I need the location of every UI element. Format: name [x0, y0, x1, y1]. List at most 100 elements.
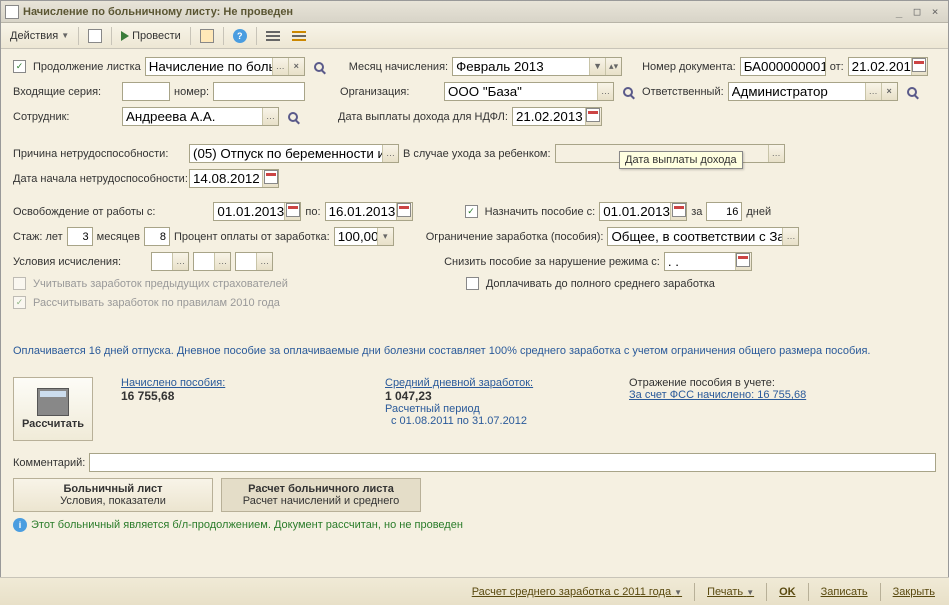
- search-button[interactable]: [309, 59, 329, 75]
- continuation-input[interactable]: [149, 58, 272, 75]
- magnify-icon: [623, 87, 633, 97]
- assign-label: Назначить пособие с:: [485, 206, 596, 218]
- assign-date[interactable]: [599, 202, 687, 221]
- ndfldate-field[interactable]: [512, 107, 602, 126]
- child-label: В случае ухода за ребенком:: [403, 148, 551, 160]
- ok-button[interactable]: OK: [773, 584, 802, 600]
- cal-button[interactable]: [396, 203, 412, 220]
- settings-button[interactable]: [287, 28, 311, 44]
- ndfldate-input[interactable]: [516, 108, 585, 125]
- post-button[interactable]: Провести: [116, 27, 186, 45]
- dropdown-button[interactable]: ▼: [589, 58, 605, 75]
- dots-button[interactable]: …: [272, 58, 288, 75]
- month-input[interactable]: [456, 58, 589, 75]
- calculate-button[interactable]: Рассчитать: [13, 377, 93, 441]
- number-input[interactable]: [213, 82, 305, 101]
- clear-button[interactable]: ×: [881, 83, 897, 100]
- reduce-date[interactable]: [664, 252, 752, 271]
- resp-input[interactable]: [732, 83, 865, 100]
- cal-button[interactable]: [284, 203, 300, 220]
- save-button[interactable]: Записать: [815, 584, 874, 600]
- employee-combo[interactable]: …: [122, 107, 279, 126]
- cond2[interactable]: …: [193, 252, 231, 271]
- list-button[interactable]: [261, 28, 285, 44]
- clear-button[interactable]: ×: [288, 58, 304, 75]
- exempt-to[interactable]: [325, 202, 413, 221]
- exempt-from-input[interactable]: [217, 203, 284, 220]
- from-input[interactable]: [852, 58, 911, 75]
- minimize-button[interactable]: _: [890, 5, 908, 18]
- close-button[interactable]: Закрыть: [887, 584, 941, 600]
- cal-button[interactable]: [911, 58, 927, 75]
- series-input[interactable]: [122, 82, 170, 101]
- help-button[interactable]: ?: [228, 26, 252, 46]
- exempt-to-input[interactable]: [329, 203, 396, 220]
- startdate-field[interactable]: [189, 169, 279, 188]
- reason-input[interactable]: [193, 145, 382, 162]
- docnum-field[interactable]: [740, 57, 826, 76]
- search-button[interactable]: [618, 84, 638, 100]
- dots-button[interactable]: …: [597, 83, 613, 100]
- docnum-input[interactable]: [744, 58, 825, 75]
- assign-checkbox[interactable]: [465, 205, 478, 218]
- assign-input[interactable]: [603, 203, 670, 220]
- avgcalc-button[interactable]: Расчет среднего заработка с 2011 года ▼: [466, 584, 688, 600]
- avg-value: 1 047,23: [385, 389, 625, 403]
- dots-button[interactable]: …: [262, 108, 278, 125]
- dots-button[interactable]: …: [782, 228, 798, 245]
- search-button[interactable]: [283, 109, 303, 125]
- percent-field[interactable]: ▾: [334, 227, 394, 246]
- dots-button[interactable]: …: [768, 145, 784, 162]
- cal-button[interactable]: [670, 203, 686, 220]
- reason-combo[interactable]: …: [189, 144, 399, 163]
- startdate-input[interactable]: [193, 170, 262, 187]
- topup-checkbox[interactable]: [466, 277, 479, 290]
- avg-label[interactable]: Средний дневной заработок:: [385, 377, 625, 389]
- years-input[interactable]: [67, 227, 93, 246]
- reduce-input[interactable]: [668, 253, 735, 270]
- stage-label: Стаж: лет: [13, 231, 63, 243]
- resp-combo[interactable]: … ×: [728, 82, 898, 101]
- accrued-value: 16 755,68: [121, 389, 381, 403]
- cal-button[interactable]: [585, 108, 601, 125]
- print-button[interactable]: Печать ▼: [701, 584, 760, 600]
- continuation-combo[interactable]: … ×: [145, 57, 305, 76]
- employee-input[interactable]: [126, 108, 262, 125]
- exempt-from[interactable]: [213, 202, 301, 221]
- months-input[interactable]: [144, 227, 170, 246]
- comment-input[interactable]: [89, 453, 936, 472]
- cal-button[interactable]: [735, 253, 751, 270]
- ndfldate-label: Дата выплаты дохода для НДФЛ:: [338, 111, 508, 123]
- to-label: по:: [305, 206, 320, 218]
- doc-button[interactable]: [83, 26, 107, 46]
- maximize-button[interactable]: □: [908, 5, 926, 18]
- month-combo[interactable]: ▼ ▴▾: [452, 57, 622, 76]
- limit-combo[interactable]: …: [607, 227, 799, 246]
- tab-sick-leave[interactable]: Больничный лист Условия, показатели: [13, 478, 213, 512]
- search-button[interactable]: [902, 84, 922, 100]
- cal-button[interactable]: [262, 170, 278, 187]
- close-button[interactable]: ×: [926, 5, 944, 18]
- percent-input[interactable]: [338, 228, 377, 245]
- org-combo[interactable]: …: [444, 82, 614, 101]
- rules2010-checkbox[interactable]: [13, 296, 26, 309]
- cond1[interactable]: …: [151, 252, 189, 271]
- dots-button[interactable]: …: [382, 145, 398, 162]
- limit-input[interactable]: [611, 228, 782, 245]
- spin-button[interactable]: ▴▾: [605, 58, 621, 75]
- actions-menu[interactable]: Действия ▼: [5, 27, 74, 45]
- continuation-checkbox[interactable]: [13, 60, 26, 73]
- report-button[interactable]: [195, 26, 219, 46]
- tab-calculation[interactable]: Расчет больничного листа Расчет начислен…: [221, 478, 421, 512]
- org-input[interactable]: [448, 83, 597, 100]
- days-input[interactable]: [706, 202, 742, 221]
- prev-insurers-checkbox[interactable]: [13, 277, 26, 290]
- fss-link[interactable]: За счет ФСС начислено: 16 755,68: [629, 389, 806, 401]
- magnify-icon: [907, 87, 917, 97]
- spin-button[interactable]: ▾: [377, 228, 393, 245]
- dots-button[interactable]: …: [865, 83, 881, 100]
- calculator-icon: [37, 388, 69, 416]
- accrued-label[interactable]: Начислено пособия:: [121, 377, 381, 389]
- from-date[interactable]: [848, 57, 928, 76]
- cond3[interactable]: …: [235, 252, 273, 271]
